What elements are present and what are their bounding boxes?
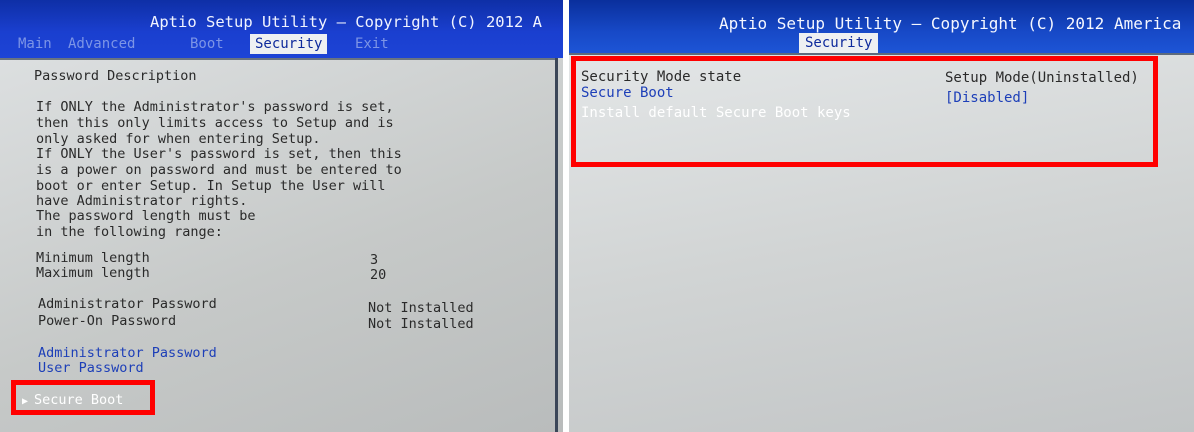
divider — [555, 58, 558, 432]
description-heading: Password Description — [34, 68, 197, 84]
max-length-label: Maximum length — [36, 265, 150, 281]
left-bios-screen: Aptio Setup Utility – Copyright (C) 2012… — [0, 0, 563, 432]
right-bios-screen: Aptio Setup Utility – Copyright (C) 2012… — [569, 0, 1194, 432]
description-line: boot or enter Setup. In Setup the User w… — [36, 178, 386, 194]
description-line: is a power on password and must be enter… — [36, 162, 402, 178]
description-line: then this only limits access to Setup an… — [36, 115, 394, 131]
min-length-label: Minimum length — [36, 250, 150, 266]
divider — [0, 58, 555, 60]
highlight-box — [11, 380, 155, 415]
window-title: Aptio Setup Utility – Copyright (C) 2012… — [150, 13, 542, 31]
header-bar: Aptio Setup Utility – Copyright (C) 2012… — [569, 0, 1194, 54]
description-line: have Administrator rights. — [36, 193, 248, 209]
tab-security[interactable]: Security — [250, 34, 328, 54]
poweron-password-status: Not Installed — [368, 316, 474, 332]
description-line: If ONLY the Administrator's password is … — [36, 99, 394, 115]
description-line: If ONLY the User's password is set, then… — [36, 146, 402, 162]
tab-advanced[interactable]: Advanced — [68, 36, 135, 52]
max-length-value: 20 — [370, 267, 387, 283]
highlight-box — [571, 56, 1158, 167]
main-panel: Password Description If ONLY the Adminis… — [0, 58, 563, 432]
tab-bar: Main Advanced Boot Security Exit — [0, 34, 563, 56]
tab-exit[interactable]: Exit — [355, 36, 389, 52]
tab-main[interactable]: Main — [18, 36, 52, 52]
description-line: in the following range: — [36, 224, 223, 240]
description-line: The password length must be — [36, 208, 256, 224]
admin-password-label: Administrator Password — [38, 296, 217, 312]
admin-password-status: Not Installed — [368, 300, 474, 316]
window-title: Aptio Setup Utility – Copyright (C) 2012… — [719, 14, 1182, 33]
poweron-password-label: Power-On Password — [38, 313, 177, 329]
header-bar: Aptio Setup Utility – Copyright (C) 2012… — [0, 0, 563, 58]
user-password-link[interactable]: User Password — [38, 360, 144, 376]
description-line: only asked for when entering Setup. — [36, 131, 321, 147]
min-length-value: 3 — [370, 252, 379, 268]
tab-security[interactable]: Security — [799, 33, 879, 54]
tab-boot[interactable]: Boot — [190, 36, 224, 52]
admin-password-link[interactable]: Administrator Password — [38, 345, 217, 361]
divider — [569, 53, 1194, 55]
